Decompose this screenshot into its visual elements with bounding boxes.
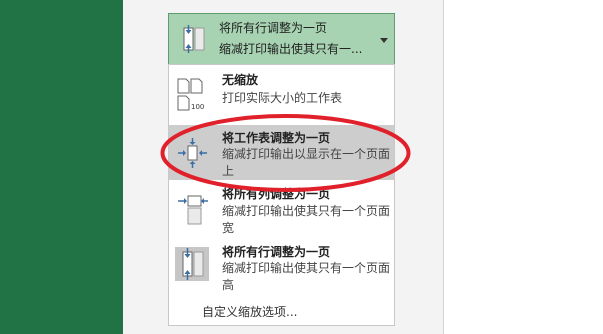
- dropdown-title: 将所有行调整为一页: [219, 21, 328, 35]
- menu-item-title: 将所有行调整为一页: [222, 245, 331, 259]
- no-scaling-icon-label: 100: [191, 103, 204, 111]
- fit-rows-icon: [177, 24, 207, 54]
- fit-columns-icon: [175, 193, 209, 227]
- chevron-down-icon: [380, 38, 388, 43]
- menu-item-description: 打印实际大小的工作表: [222, 91, 343, 105]
- menu-item-title: 将工作表调整为一页: [222, 131, 331, 145]
- menu-item-description: 缩减打印输出使其只有一个页面高: [222, 261, 391, 292]
- no-scaling-icon: 100: [175, 77, 209, 111]
- custom-scaling-options-link[interactable]: 自定义缩放选项...: [202, 303, 297, 320]
- menu-item-fit-sheet[interactable]: 将工作表调整为一页 缩减打印输出以显示在一个页面上: [169, 125, 394, 180]
- scaling-menu: 100 无缩放 打印实际大小的工作表 将工作表调整为一页 缩减打印输出以显示在一…: [168, 64, 395, 326]
- print-preview-area: [444, 0, 603, 334]
- menu-item-fit-columns[interactable]: 将所有列调整为一页 缩减打印输出使其只有一个页面宽: [169, 183, 394, 241]
- menu-item-no-scaling[interactable]: 100 无缩放 打印实际大小的工作表: [169, 65, 394, 120]
- scaling-dropdown-button[interactable]: 将所有行调整为一页 缩减打印输出使其只有一...: [168, 13, 395, 65]
- menu-item-title: 将所有列调整为一页: [222, 187, 331, 201]
- left-green-strip: [0, 0, 123, 334]
- menu-item-fit-rows[interactable]: 将所有行调整为一页 缩减打印输出使其只有一个页面高: [169, 241, 394, 298]
- menu-item-description: 缩减打印输出使其只有一个页面宽: [222, 204, 391, 235]
- menu-item-title: 无缩放: [222, 73, 259, 87]
- fit-sheet-icon: [175, 137, 209, 171]
- dropdown-description: 缩减打印输出使其只有一...: [219, 42, 363, 56]
- menu-item-description: 缩减打印输出以显示在一个页面上: [222, 147, 391, 178]
- fit-rows-icon: [175, 247, 209, 281]
